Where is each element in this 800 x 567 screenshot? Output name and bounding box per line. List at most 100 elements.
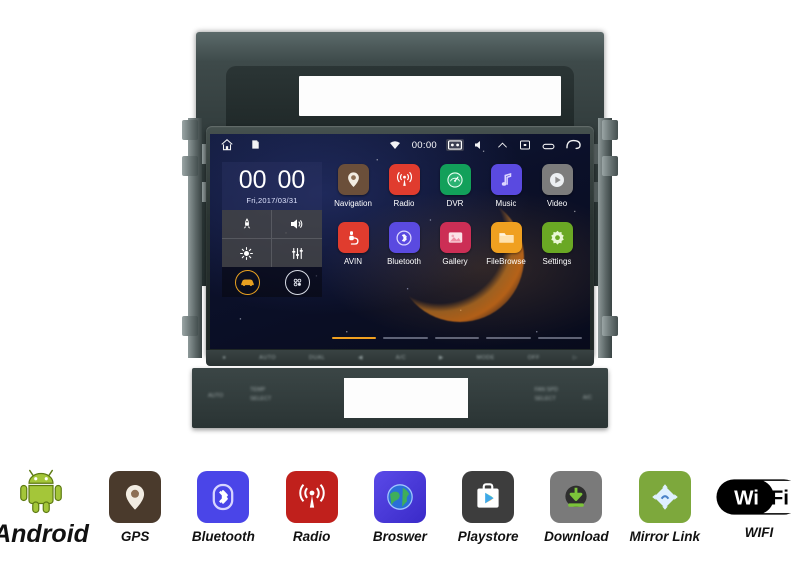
apps-grid-icon (293, 278, 301, 286)
physical-button[interactable]: ▷ (573, 355, 578, 361)
climate-control-panel[interactable]: AUTO TEMP SELECT FAN SPD SELECT A/C (192, 368, 608, 428)
mount-tab-right-mid (602, 156, 618, 176)
app-avin[interactable]: AVIN (332, 222, 374, 266)
equalizer-toggle[interactable] (272, 239, 322, 267)
page-dot-3[interactable] (434, 336, 480, 339)
app-dvr[interactable]: DVR (434, 164, 476, 208)
feature-download: Download (541, 471, 611, 544)
screen-off-icon[interactable] (519, 138, 533, 152)
page-dot-2[interactable] (383, 336, 428, 339)
mount-tab-right-bottom (602, 316, 618, 336)
climate-label-left: AUTO (208, 393, 224, 399)
app-music[interactable]: Music (485, 164, 527, 208)
feature-label: Bluetooth (191, 529, 255, 544)
wifi-logo-icon: Wi Fi (715, 475, 800, 519)
feature-wifi: Wi Fi WIFI (715, 475, 800, 540)
app-video[interactable]: Video (536, 164, 578, 208)
boost-toggle[interactable] (222, 210, 272, 239)
gear-icon (541, 222, 573, 253)
physical-button[interactable]: DUAL (309, 355, 325, 361)
mount-tab-left-mid (182, 156, 198, 176)
map-pin-icon (337, 164, 369, 195)
document-icon[interactable] (250, 138, 264, 152)
app-radio[interactable]: Radio (383, 164, 425, 208)
app-label: Bluetooth (387, 257, 421, 266)
folder-icon (490, 222, 522, 253)
clock-widget-panel[interactable]: 00 00 Fri,2017/03/31 (222, 162, 322, 297)
feature-mirror-link: Mirror Link (630, 471, 700, 544)
climate-display (344, 378, 468, 418)
app-gallery[interactable]: Gallery (434, 222, 476, 266)
clock-hours: 00 (238, 165, 267, 194)
feature-label: Broswer (372, 529, 427, 544)
svg-text:Fi: Fi (771, 486, 789, 509)
app-label: Navigation (334, 199, 372, 208)
feature-icon-strip: Android GPS Bluetooth Radio Broswer Play… (0, 455, 800, 560)
screenshot-icon[interactable] (446, 139, 464, 151)
rocket-icon (243, 218, 250, 229)
physical-button[interactable]: ▶ (439, 355, 444, 361)
feature-android: Android (0, 466, 89, 549)
feature-label: WIFI (744, 525, 774, 540)
wifi-icon (389, 138, 403, 152)
all-apps-button[interactable] (284, 269, 310, 295)
app-label: Radio (393, 199, 415, 208)
app-filebrowse[interactable]: FileBrowse (485, 222, 527, 266)
feature-label: Radio (292, 529, 331, 544)
mount-tab-right-top (602, 120, 618, 140)
mount-tab-left-top (182, 120, 198, 140)
page-dot-1[interactable] (332, 336, 377, 339)
app-label: Gallery (442, 257, 468, 266)
sliders-icon (291, 247, 303, 259)
head-unit-top-recess (226, 66, 574, 128)
android-touchscreen[interactable]: 00:00 00 00 Fri,2017/03/31 Navigation Ra… (210, 134, 590, 349)
physical-button-strip[interactable]: ● AUTO DUAL ◀ A/C ▶ MODE OFF ▷ (206, 350, 594, 366)
app-label: FileBrowse (486, 257, 526, 266)
volume-toggle[interactable] (272, 210, 322, 239)
volume-icon[interactable] (473, 138, 487, 152)
app-label: DVR (446, 199, 464, 208)
mirror-link-icon (638, 471, 691, 523)
avin-icon (337, 222, 369, 253)
back-icon[interactable] (565, 138, 582, 152)
playstore-bag-icon (462, 471, 515, 523)
brightness-toggle[interactable] (222, 239, 272, 267)
physical-button[interactable]: A/C (396, 355, 406, 361)
app-bluetooth[interactable]: Bluetooth (383, 222, 425, 266)
play-circle-icon (541, 164, 573, 195)
page-dot-4[interactable] (486, 336, 531, 339)
physical-button[interactable]: AUTO (259, 355, 276, 361)
page-indicator[interactable] (332, 336, 583, 339)
clock-widget[interactable]: 00 00 Fri,2017/03/31 (222, 162, 322, 210)
photo-icon (439, 222, 471, 253)
app-label: Video (546, 199, 568, 208)
eject-icon[interactable] (496, 138, 510, 152)
physical-button[interactable]: OFF (528, 355, 540, 361)
feature-bluetooth: Bluetooth (188, 471, 258, 544)
car-icon (240, 279, 254, 287)
bluetooth-icon (197, 471, 250, 523)
home-icon[interactable] (220, 138, 234, 152)
music-note-icon (490, 164, 522, 195)
status-bar: 00:00 (210, 134, 590, 156)
clock-minutes: 00 (277, 165, 306, 194)
physical-button[interactable]: ◀ (358, 355, 363, 361)
feature-broswer: Broswer (365, 471, 435, 544)
feature-label: Playstore (457, 529, 519, 544)
car-head-unit: 00:00 00 00 Fri,2017/03/31 Navigation Ra… (178, 28, 622, 428)
radio-waves-icon (388, 164, 420, 195)
physical-button[interactable]: ● (222, 355, 226, 361)
physical-button[interactable]: MODE (477, 355, 495, 361)
climate-label-left-2: TEMP SELECT (250, 387, 272, 402)
app-row-1: Navigation Radio DVR Music Video (332, 164, 582, 208)
page-dot-5[interactable] (537, 336, 583, 339)
feature-gps: GPS (100, 471, 170, 544)
sun-icon (240, 246, 253, 260)
feature-label: Download (544, 529, 609, 544)
app-settings[interactable]: Settings (536, 222, 578, 266)
recent-apps-icon[interactable] (542, 138, 556, 152)
app-navigation[interactable]: Navigation (332, 164, 374, 208)
radio-waves-icon (285, 471, 338, 523)
app-label: Music (495, 199, 517, 208)
car-settings-button[interactable] (234, 269, 260, 295)
